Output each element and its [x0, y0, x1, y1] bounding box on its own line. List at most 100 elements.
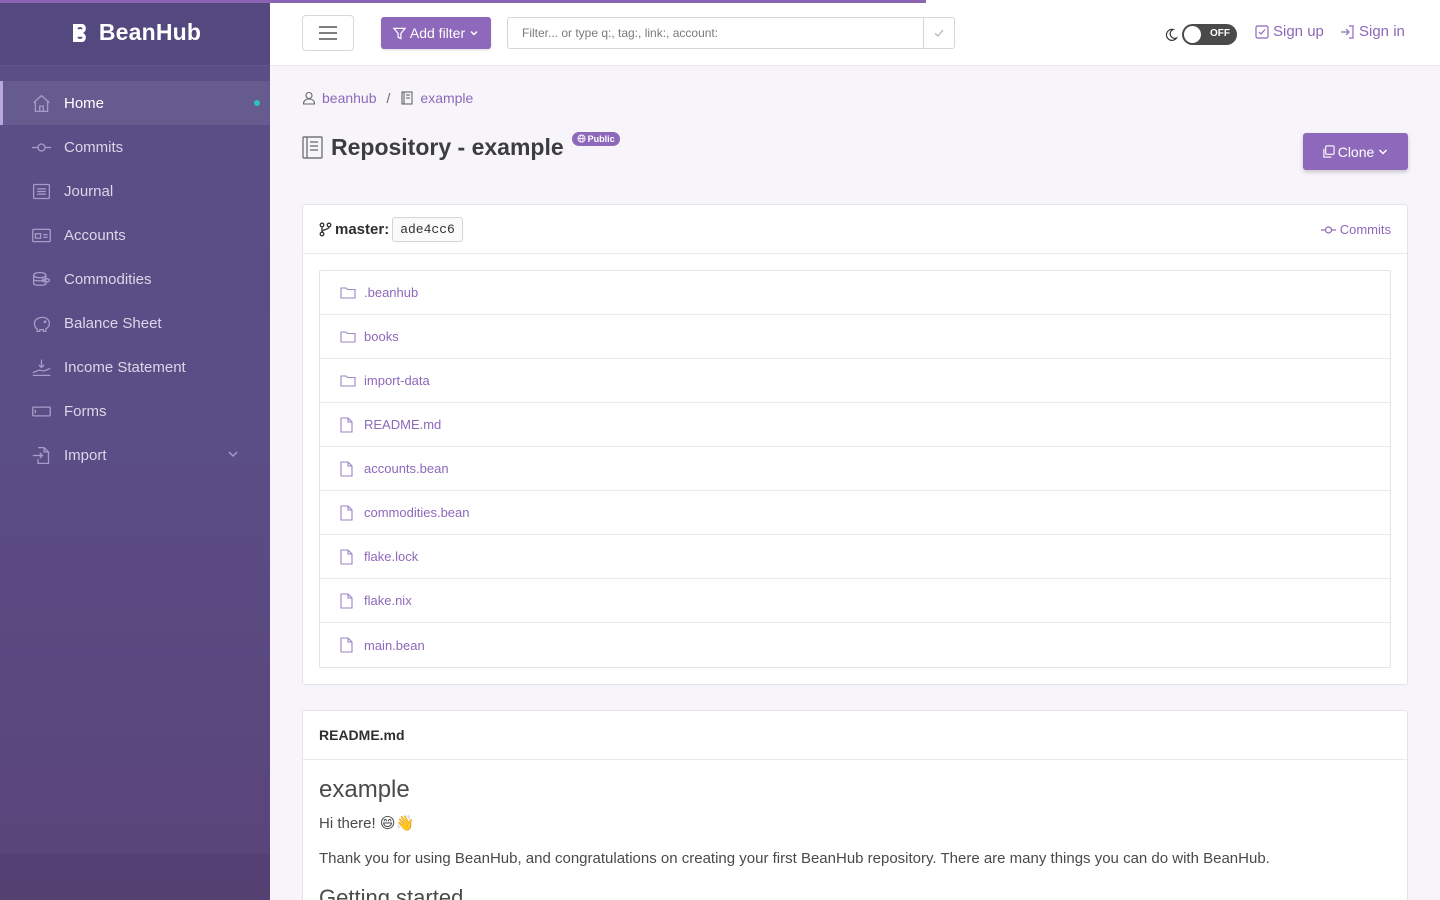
file-name: main.bean — [364, 637, 425, 653]
form-icon — [31, 401, 52, 422]
file-name: books — [364, 329, 399, 344]
readme-card: README.md example Hi there! 😄👋 Thank you… — [302, 710, 1408, 900]
add-filter-label: Add filter — [409, 25, 466, 41]
checkbox-icon — [1255, 24, 1269, 39]
readme-filename: README.md — [319, 727, 405, 743]
badge-label: Public — [587, 133, 615, 144]
folder-icon — [340, 329, 356, 345]
page-title: Repository - example Public — [302, 131, 620, 161]
sidebar-item-label: Journal — [64, 182, 114, 200]
sidebar-item-income-statement[interactable]: Income Statement — [0, 345, 270, 389]
chevron-down-icon — [1377, 146, 1389, 158]
sidebar-item-label: Balance Sheet — [64, 314, 162, 332]
moon-icon — [1164, 28, 1178, 42]
sidebar-item-label: Accounts — [64, 226, 126, 244]
sidebar: BeanHub Home Commits Journal Accounts Co… — [0, 0, 270, 900]
readme-heading: example — [319, 776, 410, 803]
sidebar-item-label: Commodities — [64, 270, 152, 288]
breadcrumb: beanhub / example — [302, 90, 473, 106]
chevron-down-icon[interactable] — [226, 447, 240, 461]
file-icon — [340, 416, 356, 433]
file-browser-card: master: ade4cc6 Commits .beanhub books i… — [302, 204, 1408, 685]
file-icon — [340, 637, 356, 653]
list-item[interactable]: books — [320, 315, 1390, 359]
file-name: commodities.bean — [364, 505, 470, 520]
file-icon — [340, 592, 356, 609]
clone-label: Clone — [1337, 143, 1375, 160]
file-name: flake.lock — [364, 549, 419, 564]
sign-in-label: Sign in — [1359, 23, 1405, 40]
sidebar-item-label: Forms — [64, 402, 107, 420]
file-icon — [340, 460, 356, 477]
copy-icon — [1322, 145, 1335, 158]
sidebar-item-label: Import — [64, 446, 107, 464]
active-indicator — [254, 100, 260, 106]
repo-icon — [400, 91, 414, 105]
globe-icon — [577, 134, 586, 143]
commit-hash[interactable]: ade4cc6 — [392, 216, 463, 242]
dark-mode-toggle[interactable]: OFF — [1164, 24, 1237, 45]
beanhub-logo-icon — [69, 21, 93, 45]
readme-intro: Thank you for using BeanHub, and congrat… — [319, 850, 1270, 867]
sidebar-item-commodities[interactable]: Commodities — [0, 257, 270, 301]
home-icon — [31, 93, 52, 114]
sign-up-label: Sign up — [1273, 23, 1324, 40]
filter-input[interactable] — [508, 18, 923, 48]
readme-content: example Hi there! 😄👋 Thank you for using… — [303, 760, 1407, 900]
toggle-knob — [1184, 26, 1201, 43]
list-item[interactable]: main.bean — [320, 623, 1390, 667]
toggle-switch[interactable]: OFF — [1182, 24, 1237, 45]
sign-in-link[interactable]: Sign in — [1340, 23, 1405, 40]
sidebar-item-label: Income Statement — [64, 358, 186, 376]
check-icon — [933, 27, 945, 39]
brand-name: BeanHub — [98, 19, 202, 45]
toggle-state-label: OFF — [1210, 28, 1230, 39]
commits-link[interactable]: Commits — [1320, 222, 1391, 237]
commit-icon — [1320, 225, 1336, 235]
sidebar-item-home[interactable]: Home — [0, 81, 270, 125]
sidebar-nav: Home Commits Journal Accounts Commoditie… — [0, 66, 270, 477]
sidebar-item-accounts[interactable]: Accounts — [0, 213, 270, 257]
list-item[interactable]: flake.nix — [320, 579, 1390, 623]
branch-info: master: ade4cc6 — [319, 216, 463, 242]
branch-name[interactable]: master: — [335, 221, 389, 238]
apply-filter-button[interactable] — [923, 18, 954, 48]
import-icon — [31, 445, 52, 466]
piggy-bank-icon — [31, 313, 52, 334]
add-filter-button[interactable]: Add filter — [381, 17, 491, 49]
file-name: .beanhub — [364, 285, 419, 300]
readme-greeting: Hi there! 😄👋 — [319, 815, 415, 832]
breadcrumb-separator: / — [386, 90, 391, 106]
folder-icon — [340, 373, 356, 389]
chevron-down-icon — [469, 28, 479, 38]
git-branch-icon — [319, 222, 332, 237]
breadcrumb-owner[interactable]: beanhub — [322, 90, 377, 106]
list-item[interactable]: flake.lock — [320, 535, 1390, 579]
file-icon — [340, 548, 356, 565]
clone-button[interactable]: Clone — [1303, 133, 1408, 170]
sign-up-link[interactable]: Sign up — [1255, 23, 1324, 40]
list-item[interactable]: .beanhub — [320, 271, 1390, 315]
filter-icon — [392, 27, 406, 40]
sidebar-item-import[interactable]: Import — [0, 433, 270, 477]
list-item[interactable]: import-data — [320, 359, 1390, 403]
menu-toggle-button[interactable] — [302, 15, 354, 51]
list-item[interactable]: README.md — [320, 403, 1390, 447]
branch-header: master: ade4cc6 Commits — [303, 205, 1407, 254]
brand-logo[interactable]: BeanHub — [0, 0, 270, 66]
repo-icon — [302, 136, 323, 159]
sidebar-item-label: Home — [64, 94, 105, 112]
sidebar-item-journal[interactable]: Journal — [0, 169, 270, 213]
journal-icon — [31, 181, 52, 202]
file-icon — [340, 504, 356, 521]
sidebar-item-balance-sheet[interactable]: Balance Sheet — [0, 301, 270, 345]
sidebar-item-commits[interactable]: Commits — [0, 125, 270, 169]
accounts-icon — [31, 225, 52, 246]
file-name: import-data — [364, 373, 430, 388]
list-item[interactable]: commodities.bean — [320, 491, 1390, 535]
list-item[interactable]: accounts.bean — [320, 447, 1390, 491]
breadcrumb-repo[interactable]: example — [420, 90, 473, 106]
sidebar-footer — [0, 854, 270, 900]
file-list: .beanhub books import-data README.md acc… — [319, 270, 1391, 668]
sidebar-item-forms[interactable]: Forms — [0, 389, 270, 433]
